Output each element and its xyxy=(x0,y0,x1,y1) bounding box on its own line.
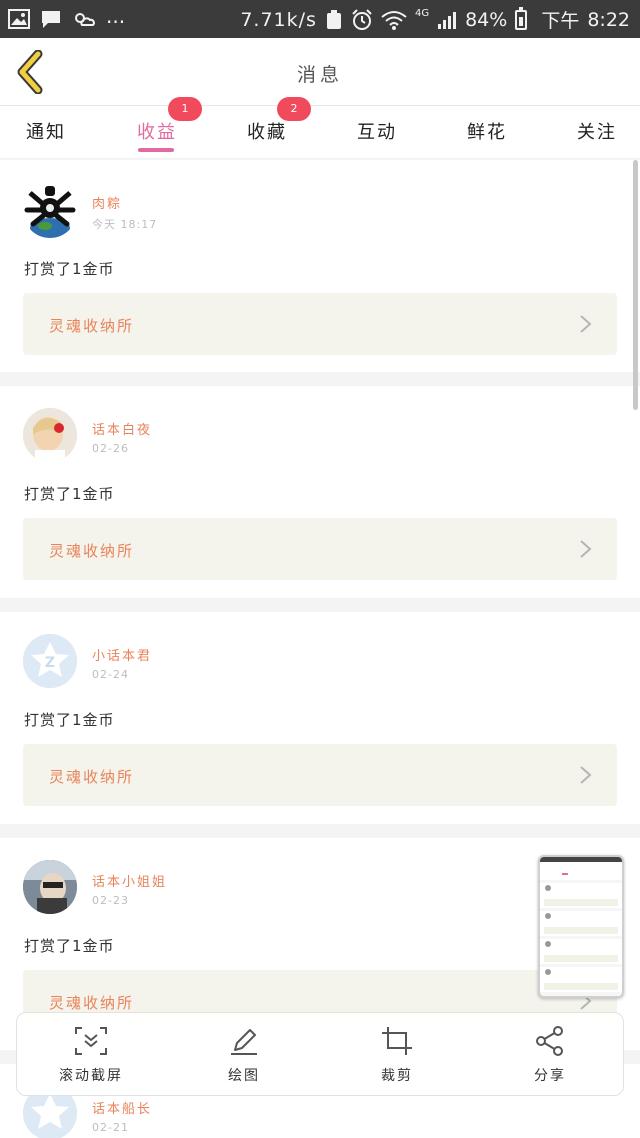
avatar[interactable] xyxy=(23,408,77,462)
work-title: 灵魂收纳所 xyxy=(49,317,135,335)
tab-earnings[interactable]: 收益 xyxy=(137,118,177,144)
avatar[interactable] xyxy=(23,860,77,914)
share-icon xyxy=(536,1026,563,1056)
image-icon xyxy=(8,9,30,29)
user-name[interactable]: 话本船长 xyxy=(92,1098,152,1117)
user-name[interactable]: 话本白夜 xyxy=(92,419,152,438)
screenshot-thumbnail[interactable] xyxy=(538,855,624,998)
work-link[interactable]: 灵魂收纳所 xyxy=(23,744,617,806)
work-title: 灵魂收纳所 xyxy=(49,994,135,1012)
screenshot-toolbar: 滚动截屏 绘图 裁剪 分享 xyxy=(16,1012,624,1096)
page-title: 消息 xyxy=(296,64,343,86)
time-period: 下午 xyxy=(541,10,580,32)
scroll-capture-button[interactable]: 滚动截屏 xyxy=(31,1013,151,1097)
pencil-icon xyxy=(231,1029,257,1055)
avatar[interactable]: Z xyxy=(23,634,77,688)
user-name[interactable]: 小话本君 xyxy=(92,645,152,664)
tab-flowers[interactable]: 鲜花 xyxy=(467,118,507,144)
work-link[interactable]: 灵魂收纳所 xyxy=(23,293,617,355)
battery-icon xyxy=(515,6,528,30)
default-avatar-icon: Z xyxy=(23,634,77,688)
screen: ... 7.71k/s 4G 84% 下午 8:22 消息 通知 收益 收藏 互… xyxy=(0,0,640,1138)
share-button[interactable]: 分享 xyxy=(490,1013,610,1097)
notification-icons: ... xyxy=(8,4,126,31)
scrollbar[interactable] xyxy=(633,160,638,410)
more-notifications: ... xyxy=(106,4,126,28)
timestamp: 02-26 xyxy=(92,442,129,455)
clock: 8:22 xyxy=(587,8,630,31)
chevron-right-icon xyxy=(580,766,592,784)
favorites-badge: 2 xyxy=(277,97,311,121)
avatar[interactable] xyxy=(23,184,77,238)
app-header: 消息 xyxy=(0,38,640,106)
list-item: 话本白夜 02-26 打赏了1金币 灵魂收纳所 xyxy=(0,386,640,598)
weather-icon xyxy=(75,13,95,26)
recycle-icon xyxy=(326,9,341,29)
chat-icon xyxy=(42,11,60,28)
avatar-image xyxy=(24,186,76,238)
chevron-right-icon xyxy=(580,315,592,333)
share-label: 分享 xyxy=(534,1068,566,1084)
message-text: 打赏了1金币 xyxy=(24,485,115,503)
message-text: 打赏了1金币 xyxy=(24,711,115,729)
work-title: 灵魂收纳所 xyxy=(49,768,135,786)
draw-label: 绘图 xyxy=(228,1068,260,1084)
avatar-image xyxy=(23,408,77,462)
user-name[interactable]: 肉粽 xyxy=(92,193,122,212)
timestamp: 今天 18:17 xyxy=(92,218,158,231)
system-status: 7.71k/s 4G 84% 下午 8:22 xyxy=(240,6,630,33)
signal-icon xyxy=(438,11,457,29)
tab-notifications[interactable]: 通知 xyxy=(26,118,66,144)
message-text: 打赏了1金币 xyxy=(24,937,115,955)
timestamp: 02-24 xyxy=(92,668,129,681)
tab-interactions[interactable]: 互动 xyxy=(357,118,397,144)
list-item: Z 小话本君 02-24 打赏了1金币 灵魂收纳所 xyxy=(0,612,640,824)
scroll-capture-label: 滚动截屏 xyxy=(59,1068,123,1084)
svg-text:Z: Z xyxy=(45,655,55,671)
user-name[interactable]: 话本小姐姐 xyxy=(92,871,167,890)
message-text: 打赏了1金币 xyxy=(24,260,115,278)
work-link[interactable]: 灵魂收纳所 xyxy=(23,518,617,580)
scroll-capture-icon xyxy=(75,1027,107,1055)
draw-button[interactable]: 绘图 xyxy=(184,1013,304,1097)
timestamp: 02-23 xyxy=(92,894,129,907)
crop-button[interactable]: 裁剪 xyxy=(337,1013,457,1097)
thumbnail-image xyxy=(540,857,622,996)
crop-icon xyxy=(382,1027,412,1055)
tab-favorites[interactable]: 收藏 xyxy=(247,118,287,144)
avatar-image xyxy=(23,860,77,914)
battery-percent: 84% xyxy=(465,8,508,31)
work-title: 灵魂收纳所 xyxy=(49,542,135,560)
active-tab-indicator xyxy=(138,148,174,152)
net-speed: 7.71k/s xyxy=(240,8,317,31)
network-type: 4G xyxy=(414,8,430,19)
wifi-icon xyxy=(381,10,407,30)
timestamp: 02-21 xyxy=(92,1121,129,1134)
alarm-icon xyxy=(352,8,372,30)
status-bar: ... 7.71k/s 4G 84% 下午 8:22 xyxy=(0,0,640,38)
earnings-badge: 1 xyxy=(168,97,202,121)
list-item: 肉粽 今天 18:17 打赏了1金币 灵魂收纳所 xyxy=(0,160,640,372)
tab-bar: 通知 收益 收藏 互动 鲜花 关注 xyxy=(0,106,640,158)
crop-label: 裁剪 xyxy=(381,1068,413,1084)
chevron-right-icon xyxy=(580,540,592,558)
tab-following[interactable]: 关注 xyxy=(577,118,617,144)
